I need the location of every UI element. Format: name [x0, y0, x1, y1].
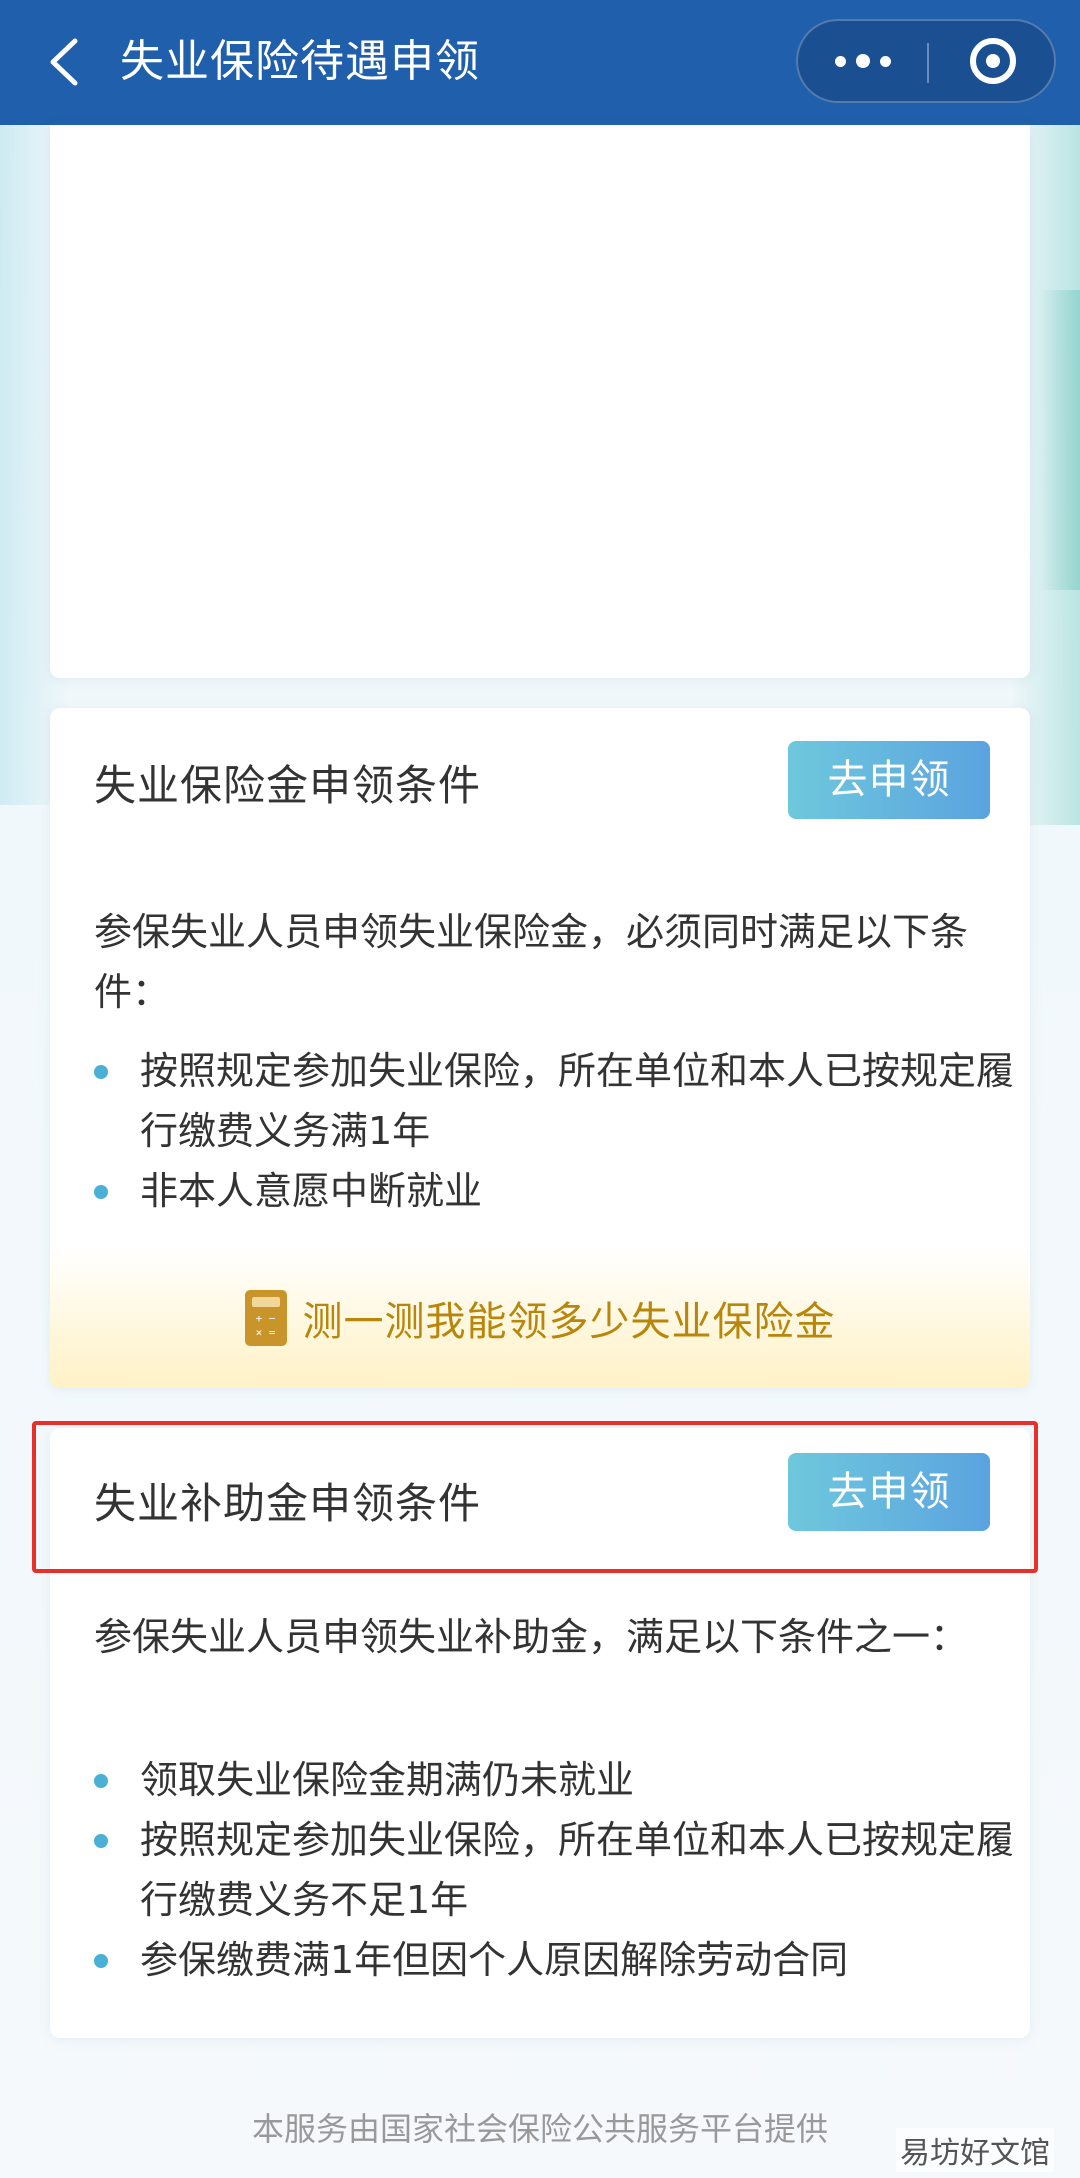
- highlight-annotation-box: [32, 1421, 1038, 1573]
- list-item: 参保缴费满1年但因个人原因解除劳动合同: [94, 1930, 1014, 1990]
- navigation-bar: 失业保险待遇申领: [0, 0, 1080, 125]
- apply-unemployment-insurance-button[interactable]: 去申领: [788, 741, 990, 819]
- mini-program-capsule: [796, 19, 1056, 103]
- target-ring-icon: [969, 38, 1016, 84]
- chevron-left-icon: [50, 38, 78, 86]
- calculator-icon: + − × =: [244, 1290, 287, 1346]
- unemployment-subsidy-conditions: 领取失业保险金期满仍未就业 按照规定参加失业保险，所在单位和本人已按规定履行缴费…: [94, 1750, 1014, 1990]
- top-content-card: [50, 125, 1030, 678]
- unemployment-insurance-conditions: 按照规定参加失业保险，所在单位和本人已按规定履行缴费义务满1年 非本人意愿中断就…: [94, 1041, 1014, 1221]
- benefit-calculator-label: 测一测我能领多少失业保险金: [302, 1299, 836, 1345]
- unemployment-insurance-intro: 参保失业人员申领失业保险金，必须同时满足以下条件：: [94, 910, 969, 1014]
- page-title: 失业保险待遇申领: [120, 36, 480, 87]
- more-dots-icon: [830, 54, 896, 68]
- list-item: 按照规定参加失业保险，所在单位和本人已按规定履行缴费义务满1年: [94, 1041, 1014, 1161]
- more-button[interactable]: [798, 21, 927, 101]
- close-mini-program-button[interactable]: [929, 21, 1056, 101]
- list-item: 领取失业保险金期满仍未就业: [94, 1750, 1014, 1810]
- watermark: 易坊好文馆: [896, 2128, 1054, 2172]
- list-item: 按照规定参加失业保险，所在单位和本人已按规定履行缴费义务不足1年: [94, 1810, 1014, 1930]
- background-decoration-right-inner: [1040, 290, 1080, 590]
- unemployment-insurance-heading: 失业保险金申领条件: [94, 761, 482, 810]
- unemployment-subsidy-intro: 参保失业人员申领失业补助金，满足以下条件之一：: [94, 1615, 969, 1659]
- unemployment-insurance-card: 失业保险金申领条件 去申领 参保失业人员申领失业保险金，必须同时满足以下条件： …: [50, 708, 1030, 1388]
- list-item: 非本人意愿中断就业: [94, 1161, 1014, 1221]
- back-button[interactable]: [34, 30, 94, 94]
- benefit-calculator-link[interactable]: + − × = 测一测我能领多少失业保险金: [50, 1248, 1030, 1388]
